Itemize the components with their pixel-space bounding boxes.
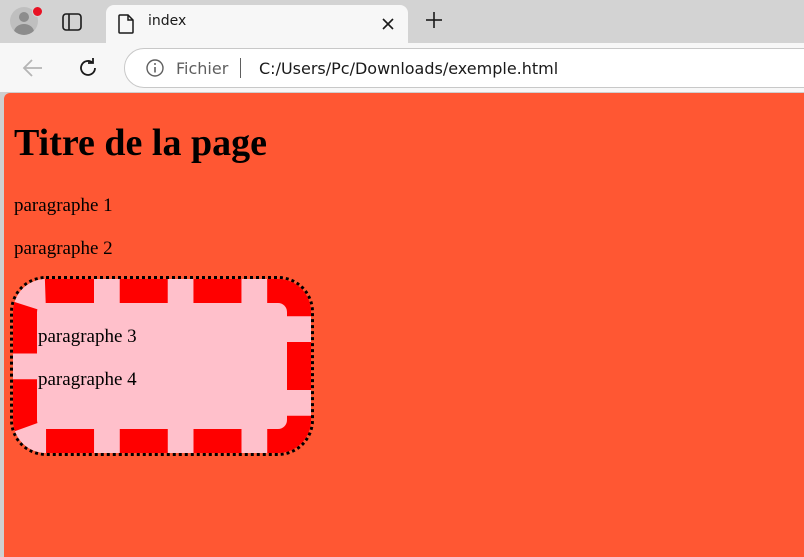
tab-title: index [148,13,187,29]
tab-actions-icon[interactable] [56,8,88,36]
bordered-box [13,279,311,453]
page-viewport: Titre de la page paragraphe 1 paragraphe… [4,93,804,557]
page-title: Titre de la page [14,122,267,164]
address-bar[interactable]: Fichier C:/Users/Pc/Downloads/exemple.ht… [124,48,804,88]
notification-dot [32,6,43,17]
tab-index[interactable]: index [106,5,408,43]
paragraph-1: paragraphe 1 [14,195,113,216]
site-info-label[interactable]: Fichier [176,59,228,78]
close-icon[interactable] [376,12,400,36]
avatar-head [19,12,29,22]
url-text[interactable]: C:/Users/Pc/Downloads/exemple.html [259,59,558,78]
page-icon [116,13,136,35]
reload-icon[interactable] [73,53,103,83]
paragraph-2: paragraphe 2 [14,238,113,259]
browser-chrome: index Fichier C:/Users/Pc/Downloads/exem… [0,0,804,92]
avatar-body [14,24,34,35]
paragraph-3: paragraphe 3 [38,326,137,347]
info-icon[interactable] [145,58,165,78]
paragraph-4: paragraphe 4 [38,369,137,390]
tab-strip: index [0,0,804,43]
plus-icon[interactable] [420,6,448,34]
profile-avatar-icon[interactable] [9,6,43,38]
back-arrow-icon[interactable] [18,53,48,83]
address-separator [240,58,241,78]
